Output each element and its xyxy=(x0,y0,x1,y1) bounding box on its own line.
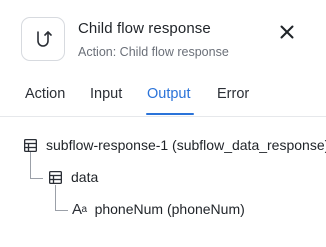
text-type-icon: Aa xyxy=(72,200,87,218)
tree-node-data[interactable]: data xyxy=(48,169,98,185)
tab-output[interactable]: Output xyxy=(147,86,191,102)
tree-node-label: phoneNum (phoneNum) xyxy=(94,201,245,217)
active-tab-indicator xyxy=(146,113,194,115)
table-icon xyxy=(48,170,62,184)
tab-error[interactable]: Error xyxy=(217,86,249,102)
output-tree: subflow-response-1 (subflow_data_respons… xyxy=(0,126,326,247)
tab-bar: Action Input Output Error xyxy=(0,84,326,116)
close-button[interactable] xyxy=(276,21,298,43)
tabs-divider xyxy=(0,116,326,117)
tab-input[interactable]: Input xyxy=(90,86,122,102)
close-icon xyxy=(280,25,294,39)
tree-node-label: subflow-response-1 (subflow_data_respons… xyxy=(46,137,326,153)
panel-subtitle: Action: Child flow response xyxy=(78,45,229,59)
tree-connector xyxy=(30,152,31,179)
flow-return-icon xyxy=(21,17,65,61)
tree-connector xyxy=(30,178,43,179)
tree-connector xyxy=(55,210,68,211)
tree-node-phonenum[interactable]: Aa phoneNum (phoneNum) xyxy=(72,200,245,218)
panel-title: Child flow response xyxy=(78,20,211,37)
tree-node-root[interactable]: subflow-response-1 (subflow_data_respons… xyxy=(23,137,326,153)
table-icon xyxy=(23,138,37,152)
tab-action[interactable]: Action xyxy=(25,86,65,102)
panel-header: Child flow response Action: Child flow r… xyxy=(0,0,326,72)
tree-connector xyxy=(55,185,56,211)
tree-node-label: data xyxy=(71,169,99,185)
